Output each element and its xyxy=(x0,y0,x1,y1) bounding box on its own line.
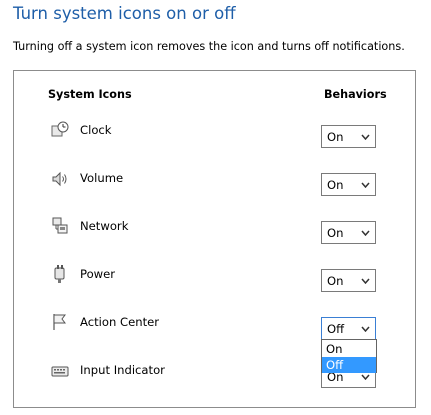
chevron-down-icon xyxy=(361,182,370,188)
row-label-clock: Clock xyxy=(80,123,112,137)
page-description: Turning off a system icon removes the ic… xyxy=(13,40,405,53)
volume-behavior-value: On xyxy=(327,178,344,192)
network-behavior-value: On xyxy=(327,226,344,240)
column-header-system-icons: System Icons xyxy=(48,88,132,101)
power-behavior-value: On xyxy=(327,274,344,288)
speaker-icon xyxy=(50,169,70,189)
row-label-action-center: Action Center xyxy=(80,315,160,329)
row-label-input-indicator: Input Indicator xyxy=(80,363,165,377)
clock-behavior-select[interactable]: On xyxy=(321,125,376,148)
network-behavior-select[interactable]: On xyxy=(321,221,376,244)
row-label-network: Network xyxy=(80,219,129,233)
flag-icon xyxy=(50,312,70,332)
clock-behavior-value: On xyxy=(327,130,344,144)
chevron-down-icon xyxy=(361,134,370,140)
power-behavior-select[interactable]: On xyxy=(321,269,376,292)
clock-icon xyxy=(50,120,70,140)
chevron-down-icon xyxy=(361,230,370,236)
volume-behavior-select[interactable]: On xyxy=(321,173,376,196)
row-label-volume: Volume xyxy=(80,171,124,185)
action-center-dropdown-list: On Off xyxy=(321,339,377,373)
dropdown-option-on[interactable]: On xyxy=(322,341,376,357)
column-header-behaviors: Behaviors xyxy=(324,88,387,101)
page-title: Turn system icons on or off xyxy=(13,4,236,23)
power-plug-icon xyxy=(50,264,70,284)
network-icon xyxy=(50,216,70,236)
action-center-behavior-value: Off xyxy=(327,322,345,336)
chevron-down-icon xyxy=(361,278,370,284)
row-label-power: Power xyxy=(80,267,116,281)
action-center-behavior-select[interactable]: Off xyxy=(321,317,376,340)
chevron-down-icon xyxy=(361,326,370,332)
dropdown-option-off[interactable]: Off xyxy=(322,357,376,373)
chevron-down-icon xyxy=(361,374,370,380)
keyboard-icon xyxy=(50,361,70,381)
